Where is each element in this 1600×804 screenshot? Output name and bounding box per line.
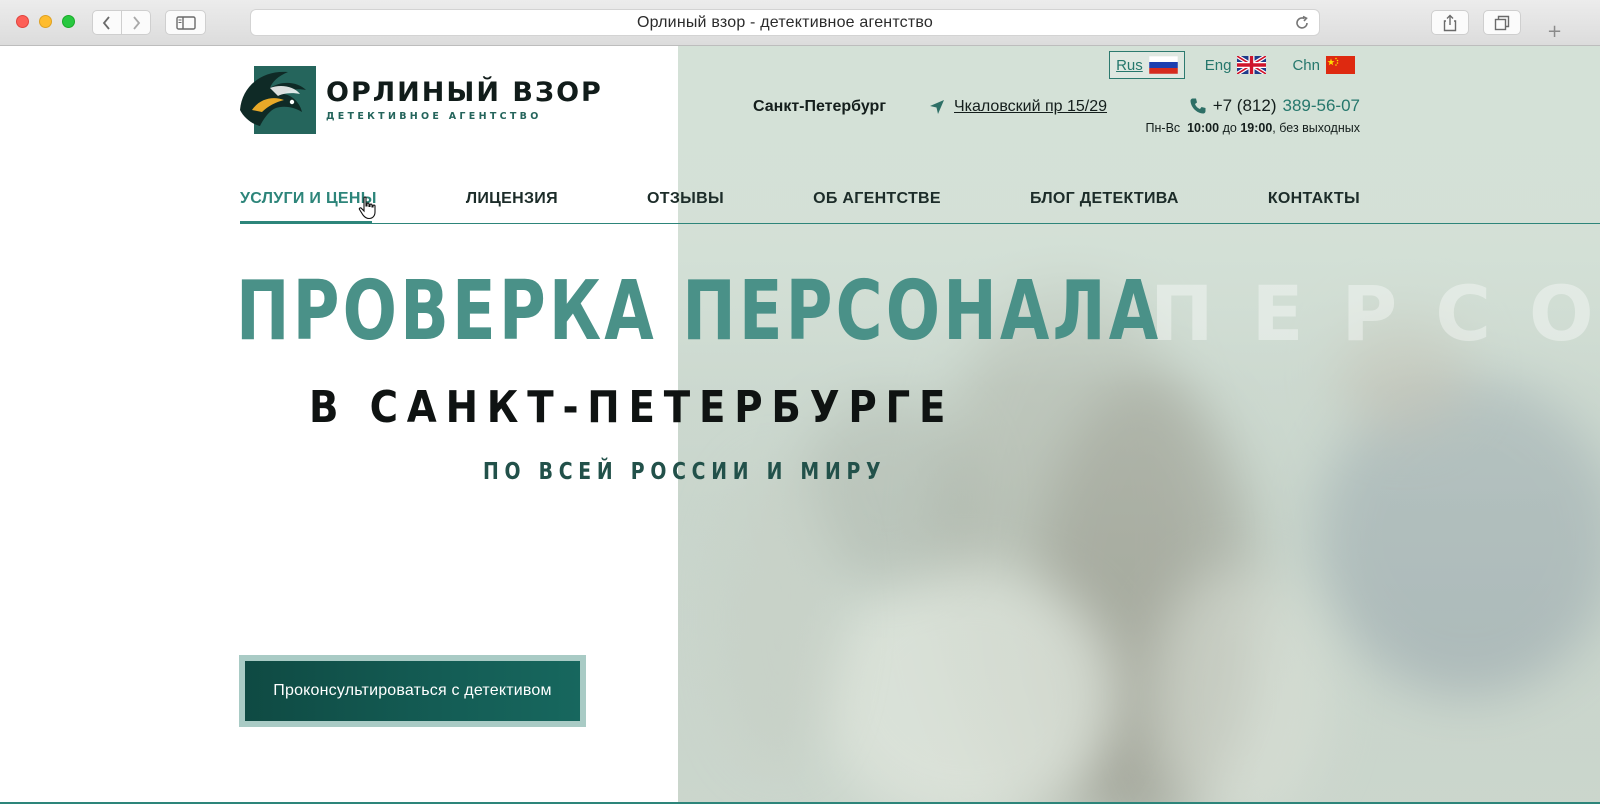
address-bar[interactable]: Орлиный взор - детективное агентство: [250, 9, 1320, 36]
phone-icon: [1190, 98, 1206, 114]
hand-cursor-icon: [358, 196, 376, 220]
nav-item-contacts[interactable]: КОНТАКТЫ: [1268, 184, 1360, 224]
language-eng[interactable]: Eng: [1199, 51, 1273, 79]
share-icon: [1443, 14, 1457, 31]
uk-flag-icon: [1237, 56, 1267, 74]
hours-from: 10:00: [1187, 121, 1220, 135]
nav-item-license[interactable]: ЛИЦЕНЗИЯ: [466, 184, 558, 224]
hours-days: Пн-Вс: [1145, 121, 1181, 135]
forward-button[interactable]: [121, 10, 151, 35]
consult-button[interactable]: Проконсультироваться с детективом: [245, 661, 580, 721]
hero-subtitle-secondary: ПО ВСЕЙ РОССИИ И МИРУ: [483, 459, 887, 485]
address-link[interactable]: Чкаловский пр 15/29: [928, 98, 1107, 116]
hero-subtitle: В САНКТ-ПЕТЕРБУРГЕ: [309, 382, 955, 433]
phone-link[interactable]: +7 (812) 389-56-07: [1189, 96, 1360, 116]
address-text: Чкаловский пр 15/29: [954, 98, 1108, 115]
nav-item-reviews[interactable]: ОТЗЫВЫ: [647, 184, 724, 224]
phone-prefix: +7 (812): [1212, 96, 1277, 115]
close-window-button[interactable]: [16, 15, 29, 28]
language-rus[interactable]: Rus: [1109, 51, 1185, 79]
language-switcher: Rus Eng Chn: [1109, 51, 1361, 79]
working-hours: Пн-Вс 10:00 до 19:00, без выходных: [1146, 121, 1360, 135]
russia-flag-icon: [1148, 56, 1178, 74]
web-page: ОРЛИНЫЙ ВЗОР ДЕТЕКТИВНОЕ АГЕНТСТВО Rus E…: [0, 46, 1600, 804]
nav-divider: [240, 223, 1600, 224]
page-title-text: Орлиный взор - детективное агентство: [636, 13, 934, 31]
sidebar-icon: [175, 15, 196, 30]
chevron-right-icon: [133, 15, 141, 30]
zoom-window-button[interactable]: [62, 15, 75, 28]
minimize-window-button[interactable]: [39, 15, 52, 28]
location-arrow-icon: [930, 100, 944, 114]
main-nav: УСЛУГИ И ЦЕНЫ ЛИЦЕНЗИЯ ОТЗЫВЫ ОБ АГЕНТСТ…: [240, 184, 1360, 224]
logo-subtitle: ДЕТЕКТИВНОЕ АГЕНТСТВО: [326, 111, 542, 122]
browser-toolbar: Орлиный взор - детективное агентство +: [0, 0, 1600, 46]
nav-item-about[interactable]: ОБ АГЕНТСТВЕ: [813, 184, 941, 224]
share-button[interactable]: [1431, 10, 1469, 35]
hours-sep: до: [1222, 121, 1237, 135]
language-label: Chn: [1292, 56, 1320, 74]
nav-item-blog[interactable]: БЛОГ ДЕТЕКТИВА: [1030, 184, 1179, 224]
consult-button-frame: Проконсультироваться с детективом: [239, 655, 586, 727]
show-tabs-button[interactable]: [1483, 10, 1521, 35]
hours-to: 19:00: [1240, 121, 1273, 135]
chevron-left-icon: [102, 15, 110, 30]
language-chn[interactable]: Chn: [1286, 51, 1361, 79]
hours-note: , без выходных: [1272, 121, 1360, 135]
china-flag-icon: [1326, 56, 1355, 74]
phone-number: 389-56-07: [1282, 96, 1360, 115]
sidebar-toggle-button[interactable]: [165, 10, 206, 35]
logo[interactable]: ОРЛИНЫЙ ВЗОР ДЕТЕКТИВНОЕ АГЕНТСТВО: [240, 66, 603, 134]
reload-icon[interactable]: [1293, 14, 1311, 32]
back-button[interactable]: [92, 10, 122, 35]
language-label: Rus: [1116, 56, 1143, 74]
eagle-logo-icon: [240, 66, 316, 134]
hero-title: ПРОВЕРКА ПЕРСОНАЛА: [236, 264, 1162, 359]
new-tab-button[interactable]: +: [1541, 18, 1568, 45]
language-label: Eng: [1204, 56, 1232, 74]
tabs-icon: [1494, 15, 1510, 30]
logo-name: ОРЛИНЫЙ ВЗОР: [326, 77, 603, 108]
city-label: Санкт-Петербург: [753, 98, 886, 115]
hero-ghost-text: ПЕРСОН: [1150, 269, 1600, 358]
